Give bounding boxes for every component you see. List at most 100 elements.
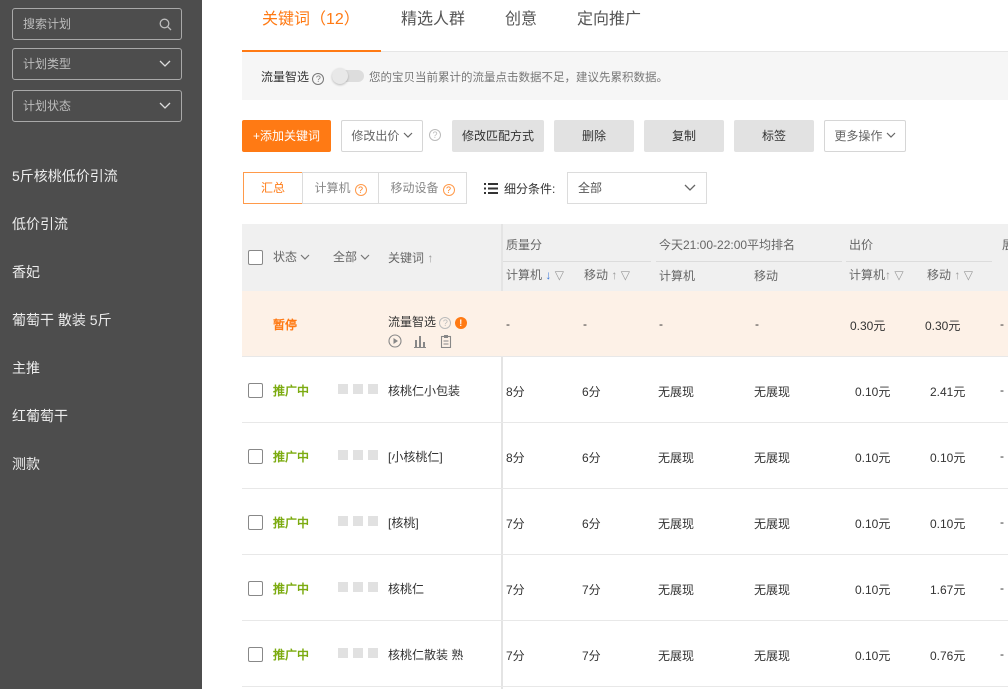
help-icon[interactable]: ? <box>429 129 441 141</box>
chevron-down-icon <box>158 91 172 121</box>
rank-pc-cell: 无展现 <box>658 583 695 597</box>
bid-mobile-cell[interactable]: 1.67元 <box>930 581 965 598</box>
filter-icon[interactable]: ▽ <box>555 268 564 282</box>
keyword-cell: 流量智选 ? ! <box>388 313 467 330</box>
help-icon[interactable]: ? <box>354 184 367 196</box>
filter-condition-select[interactable]: 全部 <box>567 172 707 204</box>
sort-arrow-icon[interactable]: ↑ <box>954 268 960 282</box>
plan-search-input[interactable]: 搜索计划 <box>12 8 182 40</box>
filter-value: 全部 <box>578 181 603 195</box>
keyword-cell: [小核桃仁] <box>388 450 443 464</box>
delete-button[interactable]: 删除 <box>554 120 634 152</box>
help-icon[interactable]: ? <box>439 317 452 329</box>
bid-pc-cell[interactable]: 0.10元 <box>855 581 890 598</box>
bid-pc-cell[interactable]: 0.10元 <box>855 515 890 532</box>
view-tab-summary[interactable]: 汇总 <box>243 172 303 204</box>
status-indicator <box>338 384 348 394</box>
bar-chart-icon[interactable] <box>413 334 427 348</box>
sidebar-plan-item[interactable]: 主推 <box>12 358 40 378</box>
bid-mobile-cell[interactable]: 0.76元 <box>930 647 965 664</box>
tab-bar: 关键词（12） 精选人群 创意 定向推广 <box>242 0 1008 52</box>
bid-pc-cell[interactable]: 0.30元 <box>850 317 885 334</box>
rank-pc-cell: 无展现 <box>658 649 695 663</box>
row-checkbox[interactable] <box>248 581 263 596</box>
bid-mobile-cell[interactable]: 0.10元 <box>930 449 965 466</box>
plan-status-select[interactable]: 计划状态 <box>12 90 182 122</box>
sort-arrow-icon[interactable]: ↑ <box>885 268 891 282</box>
keyword-column-header[interactable]: 关键词 ↑ <box>388 249 433 266</box>
truncated-cell: - <box>1000 383 1004 397</box>
status-indicator <box>368 516 378 526</box>
row-checkbox[interactable] <box>248 383 263 398</box>
quality-mobile-header[interactable]: 移动 ↑ ▽ <box>584 266 630 283</box>
play-icon[interactable] <box>388 334 402 348</box>
tab-selected-audience[interactable]: 精选人群 <box>401 9 465 31</box>
filter-icon[interactable]: ▽ <box>964 268 973 282</box>
bid-mobile-header[interactable]: 移动 ↑ ▽ <box>927 266 973 283</box>
quality-mobile-cell: 7分 <box>582 649 601 663</box>
info-icon[interactable]: ! <box>454 317 467 329</box>
bid-pc-cell[interactable]: 0.10元 <box>855 383 890 400</box>
header-divider <box>846 261 992 262</box>
add-keyword-button[interactable]: +添加关键词 <box>242 120 331 152</box>
help-icon[interactable]: ? <box>442 184 455 196</box>
rank-mobile-cell: 无展现 <box>754 649 791 663</box>
help-icon[interactable]: ? <box>312 73 325 85</box>
plan-type-select[interactable]: 计划类型 <box>12 48 182 80</box>
bid-pc-header[interactable]: 计算机↑ ▽ <box>849 266 904 283</box>
truncated-cell: - <box>1000 449 1004 463</box>
sort-arrow-icon[interactable]: ↑ <box>427 251 433 265</box>
tab-creative[interactable]: 创意 <box>505 9 537 31</box>
sidebar-plan-item[interactable]: 测款 <box>12 454 40 474</box>
rank-pc-cell: - <box>659 317 663 331</box>
bid-mobile-cell[interactable]: 0.30元 <box>925 317 960 334</box>
status-badge: 推广中 <box>273 648 310 662</box>
row-checkbox[interactable] <box>248 449 263 464</box>
table-row: 推广中 核桃仁 7分 7分 无展现 无展现 0.10元 1.67元 - <box>242 555 1008 621</box>
view-tab-pc[interactable]: 计算机? <box>302 172 379 204</box>
status-indicator <box>353 516 363 526</box>
sidebar-plan-item[interactable]: 葡萄干 散装 5斤 <box>12 310 112 330</box>
row-checkbox[interactable] <box>248 647 263 662</box>
row-checkbox[interactable] <box>248 515 263 530</box>
chevron-down-icon <box>403 132 413 138</box>
all-filter-header[interactable]: 全部 <box>333 248 370 265</box>
sidebar-plan-item[interactable]: 香妃 <box>12 262 40 282</box>
search-placeholder: 搜索计划 <box>23 17 72 31</box>
status-indicator <box>353 450 363 460</box>
modify-match-button[interactable]: 修改匹配方式 <box>452 120 544 152</box>
sort-down-icon[interactable]: ↓ <box>545 268 551 282</box>
quality-mobile-cell: 6分 <box>582 385 601 399</box>
search-icon[interactable] <box>158 9 172 39</box>
table-row: 推广中 [小核桃仁] 8分 6分 无展现 无展现 0.10元 0.10元 - <box>242 423 1008 489</box>
sidebar-plan-item[interactable]: 红葡萄干 <box>12 406 68 426</box>
smart-traffic-toggle[interactable] <box>332 68 364 84</box>
modify-bid-dropdown[interactable]: 修改出价 <box>341 120 423 152</box>
table-row-smart-traffic: 暂停 流量智选 ? ! - - - - 0.30元 0.30元 - <box>242 291 1008 357</box>
keyword-cell: 核桃仁小包装 <box>388 384 461 398</box>
sidebar-plan-item[interactable]: 低价引流 <box>12 214 68 234</box>
copy-button[interactable]: 复制 <box>644 120 724 152</box>
more-operations-dropdown[interactable]: 更多操作 <box>824 120 906 152</box>
sort-arrow-icon[interactable]: ↑ <box>611 268 617 282</box>
select-all-checkbox[interactable] <box>248 250 263 265</box>
bid-pc-cell[interactable]: 0.10元 <box>855 647 890 664</box>
status-indicator <box>368 582 378 592</box>
tab-keywords[interactable]: 关键词（12） <box>262 9 360 31</box>
more-operations-label: 更多操作 <box>834 129 883 143</box>
status-column-header[interactable]: 状态 <box>273 248 310 265</box>
view-tab-mobile[interactable]: 移动设备? <box>378 172 467 204</box>
bid-mobile-cell[interactable]: 2.41元 <box>930 383 965 400</box>
sidebar-plan-item[interactable]: 5斤核桃低价引流 <box>12 166 118 186</box>
bid-mobile-cell[interactable]: 0.10元 <box>930 515 965 532</box>
filter-icon[interactable]: ▽ <box>894 268 903 282</box>
clipboard-icon[interactable] <box>439 334 453 349</box>
quality-mobile-cell: 7分 <box>582 583 601 597</box>
avg-rank-header: 今天21:00-22:00平均排名 <box>659 238 796 252</box>
status-indicator <box>368 384 378 394</box>
quality-pc-header[interactable]: 计算机 ↓ ▽ <box>506 266 564 283</box>
tag-button[interactable]: 标签 <box>734 120 814 152</box>
tab-targeted-promotion[interactable]: 定向推广 <box>577 9 641 31</box>
bid-pc-cell[interactable]: 0.10元 <box>855 449 890 466</box>
filter-icon[interactable]: ▽ <box>621 268 630 282</box>
